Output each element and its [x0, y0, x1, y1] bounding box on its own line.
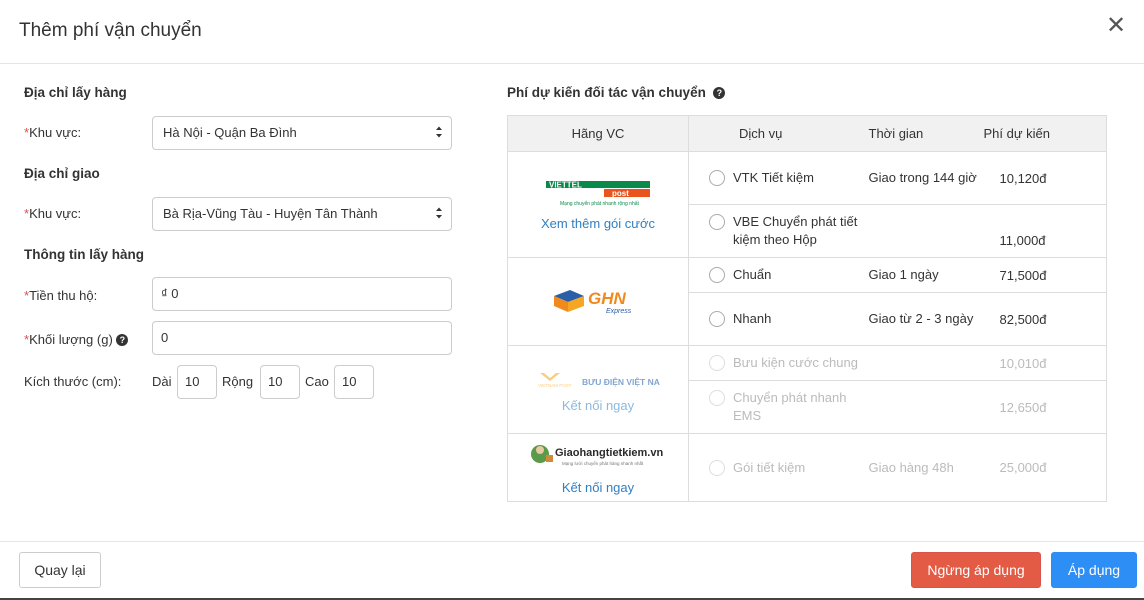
svg-text:GHN: GHN	[588, 289, 627, 308]
close-icon[interactable]: ✕	[1106, 14, 1126, 38]
delivery-time: Giao trong 144 giờ	[868, 170, 977, 185]
back-button[interactable]: Quay lại	[19, 552, 101, 588]
pickup-region-select[interactable]: Hà Nội - Quận Ba Đình	[152, 116, 452, 150]
height-input[interactable]: 10	[334, 365, 374, 399]
question-circle-icon: ?	[116, 334, 129, 346]
fee: 25,000đ	[999, 460, 1047, 475]
svg-text:post: post	[612, 189, 629, 198]
service-option[interactable]: Chuẩn	[689, 266, 869, 284]
fee: 10,010đ	[999, 355, 1047, 371]
service-option: Chuyển phát nhanh EMS	[689, 389, 869, 425]
svg-text:BƯU ĐIỆN VIỆT NAM: BƯU ĐIỆN VIỆT NAM	[582, 376, 660, 387]
fee: 82,500đ	[999, 311, 1047, 327]
fee: 71,500đ	[999, 267, 1047, 283]
delivery-heading: Địa chỉ giao	[24, 166, 100, 181]
pickup-info-heading: Thông tin lấy hàng	[24, 247, 144, 262]
fee: 10,120đ	[999, 170, 1047, 186]
service-option[interactable]: VBE Chuyển phát tiết kiệm theo Hộp	[689, 213, 869, 249]
svg-text:Express: Express	[606, 308, 632, 315]
service-option[interactable]: Nhanh	[689, 310, 869, 328]
col-header-carrier: Hãng VC	[507, 115, 689, 152]
service-option: Bưu kiện cước chung	[689, 354, 869, 372]
col-header-fee: Phí dự kiến	[983, 115, 1107, 152]
col-header-time: Thời gian	[868, 115, 984, 152]
estimate-table: Hãng VC Dịch vụ Thời gian Phí dự kiến VI…	[507, 115, 1107, 502]
col-header-service: Dịch vụ	[688, 115, 869, 152]
shipping-fee-modal: Thêm phí vận chuyển ✕ Địa chỉ lấy hàng *…	[0, 0, 1144, 600]
apply-button[interactable]: Áp dụng	[1051, 552, 1137, 588]
carrier-ghn: GHN Express	[507, 257, 689, 346]
delivery-region-value: Bà Rịa-Vũng Tàu - Huyện Tân Thành	[163, 206, 378, 221]
radio[interactable]	[709, 170, 725, 186]
table-row: GHN Express Chuẩn Giao 1 ngày 71,500đ	[507, 257, 1107, 346]
pickup-heading: Địa chỉ lấy hàng	[24, 85, 127, 100]
svg-text:VIETNAM POST: VIETNAM POST	[538, 383, 572, 388]
stop-applying-button[interactable]: Ngừng áp dụng	[911, 552, 1041, 588]
table-row: Giaohangtietkiem.vn Mạng lưới chuyển phá…	[507, 433, 1107, 502]
cod-label: *Tiền thu hộ:	[24, 288, 98, 303]
weight-label: *Khối lượng (g) ?	[24, 332, 129, 347]
svg-text:VIETTEL: VIETTEL	[549, 180, 582, 189]
fee: 12,650đ	[999, 399, 1047, 415]
select-arrows-icon	[436, 126, 442, 138]
table-row: VIETTEL post Mạng chuyển phát nhanh rộng…	[507, 151, 1107, 258]
vnpost-logo: VIETNAM POST BƯU ĐIỆN VIỆT NAM	[538, 372, 667, 388]
modal-header: Thêm phí vận chuyển ✕	[0, 0, 1144, 64]
viettel-rates-link[interactable]: Xem thêm gói cước	[508, 216, 688, 231]
svg-text:Giaohangtietkiem.vn: Giaohangtietkiem.vn	[555, 447, 663, 459]
fee: 11,000đ	[999, 232, 1046, 248]
radio	[709, 390, 725, 406]
pickup-region-label: *Khu vực:	[24, 125, 82, 140]
cod-input[interactable]: ₫ 0	[152, 277, 452, 311]
ghtk-connect-link[interactable]: Kết nối ngay	[508, 480, 688, 495]
select-arrows-icon	[436, 207, 442, 219]
length-input[interactable]: 10	[177, 365, 217, 399]
service-option: Gói tiết kiệm	[689, 459, 869, 477]
carrier-ghtk: Giaohangtietkiem.vn Mạng lưới chuyển phá…	[507, 433, 689, 502]
delivery-time: Giao 1 ngày	[868, 267, 939, 282]
carrier-vnpost: VIETNAM POST BƯU ĐIỆN VIỆT NAM Kết nối n…	[507, 345, 689, 434]
vnpost-connect-link[interactable]: Kết nối ngay	[508, 398, 688, 413]
modal-title: Thêm phí vận chuyển	[19, 20, 202, 41]
delivery-region-label: *Khu vực:	[24, 206, 82, 221]
carrier-viettelpost: VIETTEL post Mạng chuyển phát nhanh rộng…	[507, 151, 689, 258]
service-option[interactable]: VTK Tiết kiệm	[689, 169, 869, 187]
width-input[interactable]: 10	[260, 365, 300, 399]
svg-text:Mạng lưới chuyển phát hàng nha: Mạng lưới chuyển phát hàng nhanh nhất	[562, 460, 644, 466]
width-label: Rộng	[222, 374, 254, 389]
table-row: VIETNAM POST BƯU ĐIỆN VIỆT NAM Kết nối n…	[507, 345, 1107, 434]
radio[interactable]	[709, 214, 725, 230]
delivery-region-select[interactable]: Bà Rịa-Vũng Tàu - Huyện Tân Thành	[152, 197, 452, 231]
length-label: Dài	[152, 374, 172, 389]
delivery-time: Giao hàng 48h	[868, 459, 954, 475]
radio[interactable]	[709, 267, 725, 283]
modal-footer: Quay lại Ngừng áp dụng Áp dụng	[0, 541, 1144, 598]
pickup-region-value: Hà Nội - Quận Ba Đình	[163, 125, 297, 140]
ghtk-logo: Giaohangtietkiem.vn Mạng lưới chuyển phá…	[531, 444, 663, 466]
size-label: Kích thước (cm):	[24, 374, 122, 389]
radio	[709, 355, 725, 371]
estimate-heading: Phí dự kiến đối tác vận chuyển ?	[507, 85, 726, 100]
height-label: Cao	[305, 374, 329, 389]
delivery-time: Giao từ 2 - 3 ngày	[868, 311, 974, 326]
radio	[709, 459, 725, 476]
svg-text:Mạng chuyển phát nhanh rộng nh: Mạng chuyển phát nhanh rộng nhất	[560, 200, 640, 207]
question-circle-icon: ?	[713, 87, 726, 99]
radio[interactable]	[709, 311, 725, 327]
viettelpost-logo: VIETTEL post Mạng chuyển phát nhanh rộng…	[546, 180, 650, 207]
weight-input[interactable]: 0	[152, 321, 452, 355]
ghn-logo: GHN Express	[554, 289, 632, 315]
